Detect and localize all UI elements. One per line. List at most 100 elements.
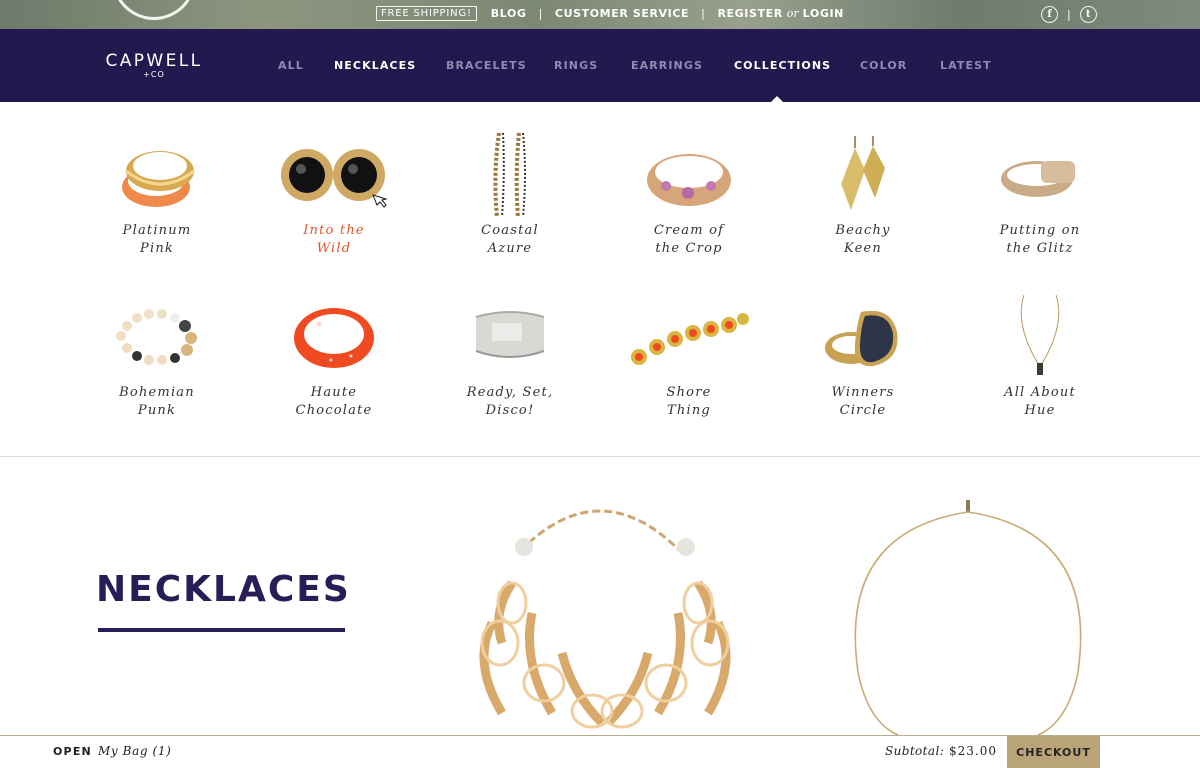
collection-coastal-azure[interactable]: Coastal Azure xyxy=(435,127,585,258)
utility-links: FREE SHIPPING! BLOG | CUSTOMER SERVICE |… xyxy=(376,6,844,21)
separator: | xyxy=(1067,8,1071,21)
nav-collections[interactable]: COLLECTIONS xyxy=(734,59,831,72)
collection-label-line: the Crop xyxy=(655,241,723,256)
collection-label: All About Hue xyxy=(965,384,1115,420)
blog-link[interactable]: BLOG xyxy=(491,7,527,20)
collection-bohemian-punk[interactable]: Bohemian Punk xyxy=(82,289,232,420)
login-link[interactable]: LOGIN xyxy=(803,7,844,20)
shopping-bag-bar: OPEN My Bag (1) Subtotal: $23.00 CHECKOU… xyxy=(0,735,1200,768)
free-shipping-badge[interactable]: FREE SHIPPING! xyxy=(376,6,477,21)
collection-shore-thing[interactable]: Shore Thing xyxy=(614,289,764,420)
collection-label-line: Bohemian xyxy=(119,385,195,400)
collection-label-line: Pink xyxy=(140,241,174,256)
collection-label-line: Platinum xyxy=(122,223,192,238)
collection-label: Platinum Pink xyxy=(82,222,232,258)
collection-label: Coastal Azure xyxy=(435,222,585,258)
my-bag-label[interactable]: My Bag (1) xyxy=(98,744,171,758)
collection-label-line: Putting on xyxy=(999,223,1081,238)
logo-wordmark: CAPWELL xyxy=(105,51,203,71)
collection-beachy-keen[interactable]: Beachy Keen xyxy=(788,127,938,258)
collection-label-line: Wild xyxy=(316,241,352,256)
nav-rings[interactable]: RINGS xyxy=(554,59,598,72)
orange-gold-bangles-icon xyxy=(82,127,232,222)
page-title: NECKLACES xyxy=(96,569,351,610)
facebook-icon[interactable]: f xyxy=(1041,6,1058,23)
collection-label-line: Beachy xyxy=(835,223,891,238)
register-link[interactable]: REGISTER xyxy=(717,7,782,20)
pendant-necklace-icon xyxy=(965,289,1115,384)
capwell-logo[interactable]: CAPWELL +CO xyxy=(98,51,210,79)
collection-putting-on-the-glitz[interactable]: Putting on the Glitz xyxy=(965,127,1115,258)
collection-label: Winners Circle xyxy=(788,384,938,420)
collection-label: Shore Thing xyxy=(614,384,764,420)
utility-bar: FREE SHIPPING! BLOG | CUSTOMER SERVICE |… xyxy=(0,0,1200,29)
collection-winners-circle[interactable]: Winners Circle xyxy=(788,289,938,420)
logo-subtitle: +CO xyxy=(143,70,165,79)
social-links: f | t xyxy=(1041,6,1097,23)
collection-label: Ready, Set, Disco! xyxy=(435,384,585,420)
nav-bracelets[interactable]: BRACELETS xyxy=(446,59,527,72)
delicate-chain-necklace-icon xyxy=(854,500,1082,736)
collection-label-line: the Glitz xyxy=(1006,241,1074,256)
collection-ready-set-disco[interactable]: Ready, Set, Disco! xyxy=(435,289,585,420)
separator: | xyxy=(538,7,543,20)
gold-statement-necklace-icon xyxy=(479,509,731,729)
nav-earrings[interactable]: EARRINGS xyxy=(631,59,703,72)
red-bangle-icon xyxy=(259,289,409,384)
collection-label-line: Ready, Set, xyxy=(466,385,554,400)
stone-cocktail-ring-icon xyxy=(788,289,938,384)
collection-label: Into the Wild xyxy=(259,222,409,258)
subtotal-value: $23.00 xyxy=(948,744,997,758)
collection-label-line: Cream of xyxy=(653,223,725,238)
brand-emblem-icon xyxy=(112,0,196,20)
collection-into-the-wild[interactable]: Into the Wild xyxy=(259,127,409,258)
collection-label-line: Hue xyxy=(1024,403,1056,418)
collection-label: Bohemian Punk xyxy=(82,384,232,420)
silver-cuff-icon xyxy=(435,289,585,384)
collection-label: Putting on the Glitz xyxy=(965,222,1115,258)
nav-necklaces[interactable]: NECKLACES xyxy=(334,59,416,72)
black-stud-earrings-icon xyxy=(259,127,409,222)
or-text: or xyxy=(786,7,799,20)
collection-label-line: Circle xyxy=(839,403,887,418)
subtotal-label: Subtotal: xyxy=(885,744,945,758)
chain-drop-earrings-icon xyxy=(435,127,585,222)
nav-latest[interactable]: LATEST xyxy=(940,59,992,72)
collection-label-line: Azure xyxy=(487,241,533,256)
product-delicate-chain-necklace[interactable] xyxy=(850,498,1100,739)
product-gold-statement-necklace[interactable] xyxy=(452,503,757,739)
collection-label-line: Haute xyxy=(310,385,358,400)
collection-cream-of-the-crop[interactable]: Cream of the Crop xyxy=(614,127,764,258)
collection-label: Haute Chocolate xyxy=(259,384,409,420)
collections-dropdown: Platinum Pink Into the Wild Coastal Azur… xyxy=(0,102,1200,457)
checkout-button[interactable]: CHECKOUT xyxy=(1007,736,1100,768)
separator: | xyxy=(701,7,706,20)
gold-signet-ring-icon xyxy=(965,127,1115,222)
collection-label-line: Coastal xyxy=(481,223,539,238)
collection-label-line: Winners xyxy=(831,385,895,400)
collection-label-line: Chocolate xyxy=(295,403,373,418)
subtotal: Subtotal: $23.00 xyxy=(885,744,997,758)
collection-label-line: Punk xyxy=(137,403,177,418)
collection-haute-chocolate[interactable]: Haute Chocolate xyxy=(259,289,409,420)
coral-link-bracelet-icon xyxy=(614,289,764,384)
collection-all-about-hue[interactable]: All About Hue xyxy=(965,289,1115,420)
open-bag-toggle[interactable]: OPEN xyxy=(53,745,92,758)
collection-platinum-pink[interactable]: Platinum Pink xyxy=(82,127,232,258)
nav-color[interactable]: COLOR xyxy=(860,59,907,72)
beaded-bracelet-icon xyxy=(82,289,232,384)
collection-label-line: Disco! xyxy=(485,403,535,418)
main-nav: CAPWELL +CO ALL NECKLACES BRACELETS RING… xyxy=(0,29,1200,102)
gold-leaf-earrings-icon xyxy=(788,127,938,222)
customer-service-link[interactable]: CUSTOMER SERVICE xyxy=(555,7,689,20)
collection-label: Beachy Keen xyxy=(788,222,938,258)
collection-label: Cream of the Crop xyxy=(614,222,764,258)
collection-label-line: All About xyxy=(1004,385,1076,400)
nav-all[interactable]: ALL xyxy=(278,59,304,72)
twitter-icon[interactable]: t xyxy=(1079,6,1097,23)
collection-label-line: Keen xyxy=(844,241,882,256)
collection-label-line: Into the xyxy=(303,223,365,238)
title-underline xyxy=(98,628,345,632)
collection-label-line: Thing xyxy=(667,403,711,418)
collection-label-line: Shore xyxy=(666,385,712,400)
